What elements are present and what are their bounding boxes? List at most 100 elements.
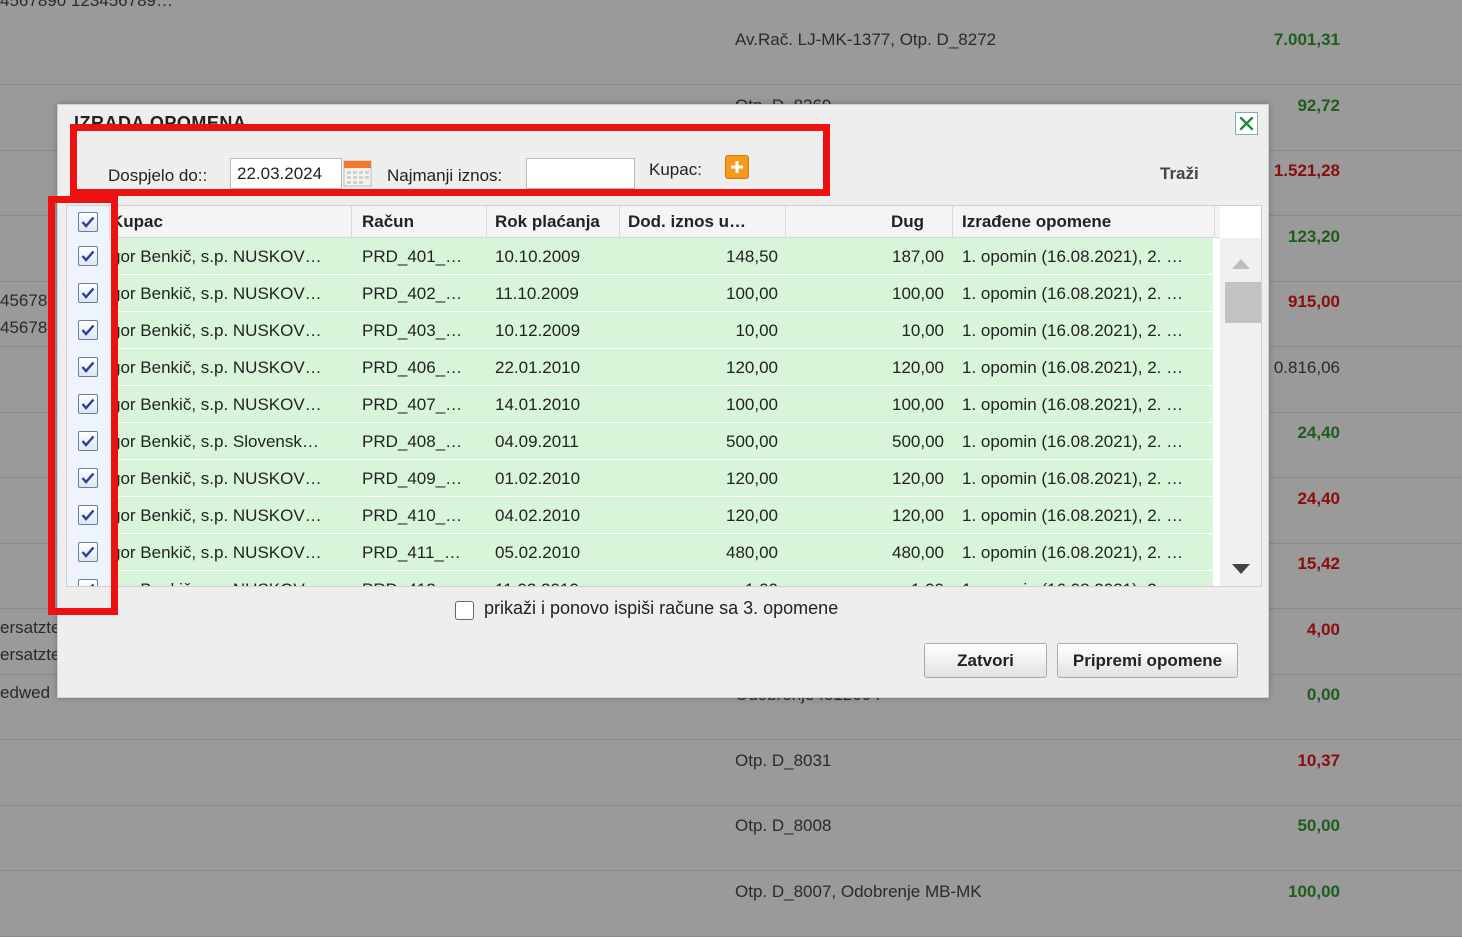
table-row[interactable]: gor Benkič, s.p. NUSKOV… PRD_410_… 04.02.2… — [67, 497, 1213, 534]
table-row[interactable]: gor Benkič, s.p. NUSKOV… PRD_403_… 10.12.2… — [67, 312, 1213, 349]
cell-dod-iznos: 100,00 — [726, 395, 778, 414]
due-date-input[interactable] — [230, 158, 342, 189]
cell-izradene-opomene: 1. opomin (16.08.2021), 2. … — [962, 506, 1184, 525]
cell-dug: 120,00 — [892, 469, 944, 488]
scroll-up-icon[interactable] — [1232, 256, 1250, 274]
cell-racun: PRD_412_… — [352, 571, 487, 586]
invoice-grid: Kupac Račun Rok plaćanja Dod. iznos u… D… — [66, 205, 1262, 587]
calendar-icon[interactable] — [343, 158, 372, 187]
background-row-amount: 1.521,28 — [1273, 161, 1340, 180]
add-customer-icon[interactable] — [725, 155, 749, 179]
dialog-title: IZRADA OPOMENA — [74, 113, 247, 133]
table-row[interactable]: gor Benkič, s.p. Slovensk… PRD_408_… 04.09… — [67, 423, 1213, 460]
row-checkbox[interactable] — [78, 542, 98, 562]
cell-kupac: gor Benkič, s.p. NUSKOV… — [111, 358, 322, 377]
row-checkbox[interactable] — [78, 320, 98, 340]
cell-rok-placanja: 10.12.2009 — [495, 321, 581, 340]
background-row-amount: 24,40 — [1297, 488, 1340, 508]
background-row-amount: 10,37 — [1297, 750, 1340, 770]
cell-kupac: gor Benkič, s.p. NUSKOV… — [111, 395, 322, 414]
cell-rok-placanja: 04.09.2011 — [495, 432, 579, 451]
row-checkbox[interactable] — [78, 283, 98, 303]
background-row-amount: 0,00 — [1306, 685, 1340, 704]
column-rok-placanja[interactable]: Rok plaćanja — [487, 206, 620, 238]
row-checkbox[interactable] — [78, 246, 98, 266]
cell-racun: PRD_403_… — [362, 321, 463, 340]
cell-dod-iznos: 120,00 — [726, 506, 778, 525]
row-select-cell — [67, 497, 110, 534]
close-icon[interactable] — [1235, 112, 1258, 135]
row-checkbox[interactable] — [78, 357, 98, 377]
cell-rok-placanja: 22.01.2010 — [495, 358, 581, 377]
header-select-all[interactable] — [67, 206, 110, 238]
background-row-amount: 92,72 — [1297, 95, 1340, 115]
cell-dug: 187,00 — [892, 247, 944, 266]
column-dod-iznos[interactable]: Dod. iznos u… — [620, 206, 786, 238]
cell-izradene-opomene: 1. opomin (16.08.2021), 2. … — [962, 321, 1184, 340]
cell-rok-placanja: 11.10.2009 — [495, 284, 579, 303]
table-row[interactable]: gor Benkič, s.p. NUSKOV… PRD_409_… 01.02.2… — [67, 460, 1213, 497]
background-row-amount: 4,00 — [1306, 619, 1340, 639]
row-checkbox[interactable] — [78, 431, 98, 451]
close-button[interactable]: Zatvori — [924, 643, 1047, 678]
cell-dug: 100,00 — [892, 395, 944, 414]
grid-header: Kupac Račun Rok plaćanja Dod. iznos u… D… — [67, 206, 1220, 238]
background-row-amount: 100,00 — [1288, 881, 1340, 901]
row-select-cell — [67, 275, 110, 312]
cell-kupac: gor Benkič, s.p. NUSKOV… — [111, 543, 322, 562]
cell-racun: PRD_409_… — [362, 469, 463, 488]
cell-dug: 10,00 — [901, 321, 944, 340]
background-row-amount: 7.001,31 — [1273, 30, 1340, 49]
cell-dod-iznos: 480,00 — [726, 543, 778, 562]
row-checkbox[interactable] — [78, 394, 98, 414]
min-amount-input[interactable] — [526, 158, 635, 189]
column-dug[interactable]: Dug — [786, 206, 953, 238]
cell-dug: 100,00 — [892, 284, 944, 303]
cell-dug: 120,00 — [892, 358, 944, 377]
background-row-amount: 24,40 — [1297, 423, 1340, 442]
background-row-amount: 15,42 — [1297, 554, 1340, 573]
cell-izradene-opomene: 1. opomin (16.08.2021), 2. … — [953, 571, 1213, 586]
grid-scrollbar[interactable] — [1220, 238, 1261, 586]
table-row[interactable]: gor Benkič, s.p. NUSKOV… PRD_402_… 11.10.2… — [67, 275, 1213, 312]
scroll-down-icon[interactable] — [1232, 561, 1250, 579]
table-row[interactable]: gor Benkič, s.p. NUSKOV…PRD_412_…11.02.2… — [67, 571, 1213, 586]
cell-racun: PRD_401_… — [362, 247, 463, 266]
scroll-thumb[interactable] — [1225, 282, 1261, 323]
table-row[interactable]: gor Benkič, s.p. NUSKOV… PRD_407_… 14.01.2… — [67, 386, 1213, 423]
prepare-reminders-button[interactable]: Pripremi opomene — [1057, 643, 1238, 678]
search-button[interactable]: Traži — [1160, 164, 1199, 184]
background-row-amount: 0.816,06 — [1273, 357, 1340, 377]
reprint-third-reminder-checkbox[interactable] — [455, 601, 474, 620]
background-row-amount: 123,20 — [1288, 226, 1340, 246]
cell-dod-iznos: 1,00 — [620, 571, 786, 586]
row-select-cell — [67, 386, 110, 423]
select-all-checkbox[interactable] — [78, 212, 98, 232]
row-select-cell — [67, 349, 110, 386]
row-checkbox[interactable] — [78, 579, 98, 586]
cell-izradene-opomene: 1. opomin (16.08.2021), 2. … — [962, 284, 1184, 303]
row-select-cell — [67, 238, 110, 275]
column-izradene-opomene[interactable]: Izrađene opomene — [953, 206, 1215, 238]
cell-racun: PRD_410_… — [362, 506, 463, 525]
cell-dug: 500,00 — [892, 432, 944, 451]
row-select-cell — [67, 460, 110, 497]
row-checkbox[interactable] — [78, 468, 98, 488]
cell-racun: PRD_402_… — [362, 284, 463, 303]
table-row[interactable]: gor Benkič, s.p. NUSKOV… PRD_406_… 22.01.2… — [67, 349, 1213, 386]
customer-label: Kupac: — [649, 160, 702, 179]
table-row[interactable]: gor Benkič, s.p. NUSKOV… PRD_401_… 10.10.2… — [67, 238, 1213, 275]
cell-rok-placanja: 01.02.2010 — [495, 469, 581, 488]
column-racun[interactable]: Račun — [352, 206, 487, 238]
background-row: Otp. D_8007, Odobrenje MB-MK 100,00 — [0, 872, 1462, 937]
background-row-amount: 915,00 — [1288, 292, 1340, 311]
row-checkbox[interactable] — [78, 505, 98, 525]
cell-rok-placanja: 11.02.2010 — [487, 571, 620, 586]
cell-dug: 480,00 — [892, 543, 944, 562]
table-row[interactable]: gor Benkič, s.p. NUSKOV… PRD_411_… 05.02.2… — [67, 534, 1213, 571]
cell-racun: PRD_408_… — [362, 432, 463, 451]
column-kupac[interactable]: Kupac — [110, 206, 352, 238]
cell-kupac: gor Benkič, s.p. NUSKOV… — [111, 321, 322, 340]
cell-izradene-opomene: 1. opomin (16.08.2021), 2. … — [962, 395, 1184, 414]
cell-dod-iznos: 120,00 — [726, 469, 778, 488]
